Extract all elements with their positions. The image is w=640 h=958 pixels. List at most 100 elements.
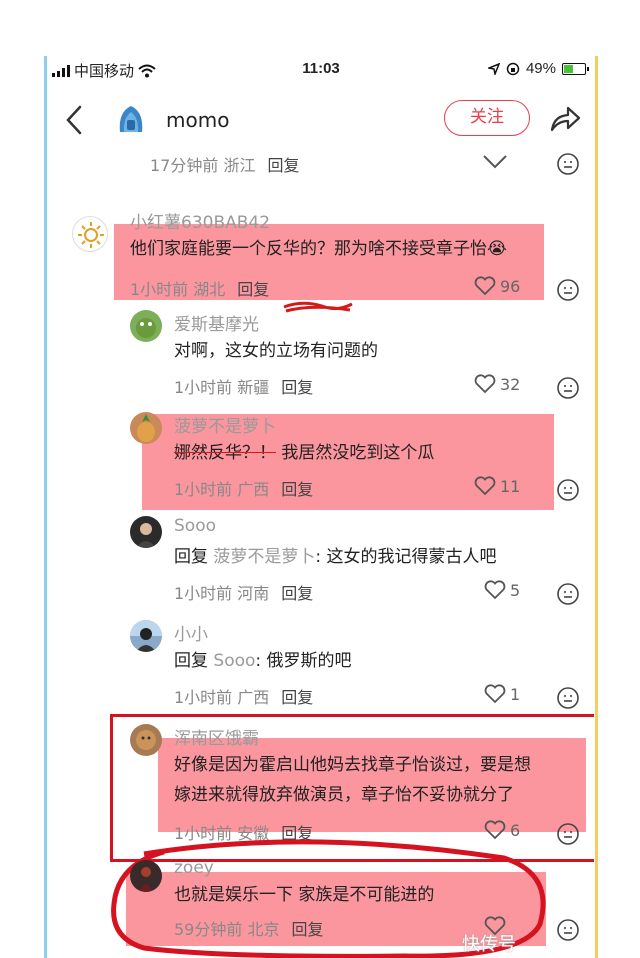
comment-meta: 1小时前 湖北 回复 xyxy=(130,276,269,300)
back-button[interactable] xyxy=(64,104,84,141)
heart-icon xyxy=(474,476,496,496)
emoji-react-icon[interactable] xyxy=(556,686,580,710)
heart-icon xyxy=(474,276,496,296)
chevron-left-icon xyxy=(66,105,82,135)
watermark-text: 快传号 xyxy=(462,934,516,955)
comment-text-line: 嫁进来就得放弃做演员，章子怡不妥协就分了 xyxy=(174,785,514,805)
comment-author[interactable]: 爱斯基摩光 xyxy=(174,310,259,335)
like-button[interactable]: 32 xyxy=(474,374,520,394)
comment-item: 菠萝不是萝卜 娜然反华？！ 我居然没吃到这个瓜 1小时前 广西 回复 11 xyxy=(48,410,594,510)
like-count: 5 xyxy=(510,580,521,600)
character-avatar-icon xyxy=(136,730,156,750)
avatar[interactable] xyxy=(130,724,162,756)
person-avatar-icon xyxy=(130,620,162,652)
like-count: 11 xyxy=(500,476,521,496)
comment-time-location: 1小时前 广西 xyxy=(174,480,270,499)
comment-text: 他们家庭能要一个反华的？那为啥不接受章子怡😭 xyxy=(130,234,507,264)
comment-author[interactable]: zoey xyxy=(174,858,214,878)
comment-author[interactable]: 菠萝不是萝卜 xyxy=(174,412,276,437)
share-icon xyxy=(550,106,581,132)
like-button[interactable]: 96 xyxy=(474,276,520,296)
comment-text: 回复 菠萝不是萝卜: 这女的我记得蒙古人吧 xyxy=(174,542,497,572)
battery-icon xyxy=(562,62,589,75)
comment-time-location: 1小时前 河南 xyxy=(174,584,270,603)
comment-text-struck: 娜然反华？！ xyxy=(174,443,276,463)
comment-time-location: 1小时前 湖北 xyxy=(130,280,226,299)
comment-text-part: : 这女的我记得蒙古人吧 xyxy=(315,547,497,567)
reply-button[interactable]: 回复 xyxy=(267,156,299,175)
reply-button[interactable]: 回复 xyxy=(291,920,323,939)
avatar[interactable] xyxy=(130,310,162,342)
comment-text-part: 我居然没吃到这个瓜 xyxy=(281,443,435,463)
reply-button[interactable]: 回复 xyxy=(281,378,313,397)
page-title: momo xyxy=(166,108,230,132)
comment-author[interactable]: 浑南区饿霸 xyxy=(174,724,259,749)
reply-button[interactable]: 回复 xyxy=(281,688,313,707)
comment-item: 浑南区饿霸 好像是因为霍启山他妈去找章子怡谈过，要是想 嫁进来就得放弃做演员，章… xyxy=(48,722,594,852)
like-button[interactable]: 11 xyxy=(474,476,520,496)
pineapple-avatar-icon xyxy=(137,414,155,442)
reply-to-user[interactable]: 菠萝不是萝卜 xyxy=(213,547,315,567)
avatar[interactable] xyxy=(130,620,162,652)
comment-time-location: 59分钟前 北京 xyxy=(174,920,280,939)
comment-meta: 1小时前 河南 回复 xyxy=(174,580,313,604)
comment-item: 爱斯基摩光 对啊，这女的立场有问题的 1小时前 新疆 回复 32 xyxy=(48,308,594,408)
author-avatar[interactable] xyxy=(114,102,148,136)
comment-text-line: 好像是因为霍启山他妈去找章子怡谈过，要是想 xyxy=(174,755,531,775)
emoji-react-icon[interactable] xyxy=(556,918,580,942)
like-count: 32 xyxy=(500,374,521,394)
comment-text-part: : 俄罗斯的吧 xyxy=(255,651,352,671)
comment-text-part: 他们家庭能要一个 xyxy=(130,239,266,259)
comment-author[interactable]: Sooo xyxy=(174,516,216,536)
battery-fill xyxy=(564,64,573,73)
like-button[interactable]: 1 xyxy=(484,684,520,704)
comment-time-location: 17分钟前 浙江 xyxy=(150,156,256,175)
reply-to-user[interactable]: Sooo xyxy=(213,651,255,671)
comment-time-location: 1小时前 新疆 xyxy=(174,378,270,397)
person-avatar-icon xyxy=(140,867,152,892)
comment-meta: 1小时前 广西 回复 xyxy=(174,684,313,708)
comment-author[interactable]: 小红薯630BAB42 xyxy=(130,208,270,233)
comment-text: 娜然反华？！ 我居然没吃到这个瓜 xyxy=(174,438,434,468)
comment-text: 对啊，这女的立场有问题的 xyxy=(174,341,378,361)
comment-time-location: 1小时前 广西 xyxy=(174,688,270,707)
comment-item: 小小 回复 Sooo: 俄罗斯的吧 1小时前 广西 回复 1 xyxy=(48,618,594,718)
comment-list: 17分钟前 浙江 回复 小红薯630BAB42 他们家庭能要一个反华的？那为啥不接… xyxy=(48,146,594,958)
emoji-react-icon[interactable] xyxy=(556,152,580,176)
battery-percent: 49% xyxy=(525,60,556,77)
avatar[interactable] xyxy=(130,412,162,444)
reply-button[interactable]: 回复 xyxy=(281,584,313,603)
avatar[interactable] xyxy=(130,860,162,892)
comment-meta: 1小时前 广西 回复 xyxy=(174,476,313,500)
emoji-react-icon[interactable] xyxy=(556,376,580,400)
comment-item: Sooo 回复 菠萝不是萝卜: 这女的我记得蒙古人吧 1小时前 河南 回复 5 xyxy=(48,514,594,614)
reply-button[interactable]: 回复 xyxy=(281,480,313,499)
emoji-react-icon[interactable] xyxy=(556,278,580,302)
reply-prefix: 回复 xyxy=(174,547,208,567)
comment-item: 17分钟前 浙江 回复 xyxy=(48,146,594,186)
follow-button[interactable]: 关注 xyxy=(444,100,530,136)
like-button[interactable]: 5 xyxy=(484,580,520,600)
comment-text-part: ？那为啥不接受章子怡 xyxy=(317,239,487,259)
emoji-react-icon[interactable] xyxy=(556,582,580,606)
avatar[interactable] xyxy=(72,216,108,252)
comment-text-scribbled: 反华的 xyxy=(266,239,317,259)
creature-avatar-icon xyxy=(136,318,156,338)
comment-text: 也就是娱乐一下 家族是不可能进的 xyxy=(174,885,435,905)
share-button[interactable] xyxy=(548,104,582,134)
comment-meta: 17分钟前 浙江 回复 xyxy=(150,152,299,176)
comment-meta: 1小时前 新疆 回复 xyxy=(174,374,313,398)
chevron-down-icon[interactable] xyxy=(482,154,508,170)
avatar[interactable] xyxy=(130,516,162,548)
comment-author[interactable]: 小小 xyxy=(174,620,208,645)
emoji-react-icon[interactable] xyxy=(556,478,580,502)
location-icon xyxy=(487,62,500,75)
reply-button[interactable]: 回复 xyxy=(237,280,269,299)
status-bar: 中国移动 11:03 49% xyxy=(48,60,594,80)
reply-prefix: 回复 xyxy=(174,651,208,671)
header-bar: momo 关注 xyxy=(48,96,594,146)
heart-icon xyxy=(474,374,496,394)
comment-text: 回复 Sooo: 俄罗斯的吧 xyxy=(174,646,352,676)
emoji-react-icon[interactable] xyxy=(556,822,580,846)
heart-icon xyxy=(484,684,506,704)
